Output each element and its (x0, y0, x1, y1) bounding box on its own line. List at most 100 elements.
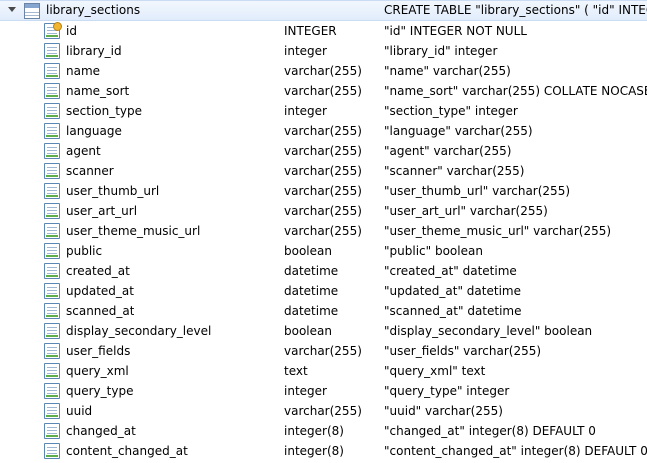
key-badge-icon (53, 22, 62, 31)
field-icon (44, 183, 60, 199)
field-schema: "display_secondary_level" boolean (384, 324, 593, 338)
field-schema: "agent" varchar(255) (384, 144, 512, 158)
field-type: integer(8) (284, 444, 344, 458)
field-type: varchar(255) (284, 224, 362, 238)
field-icon (44, 123, 60, 139)
field-row[interactable]: changed_at integer(8) "changed_at" integer… (0, 421, 647, 441)
field-name: user_thumb_url (66, 184, 160, 198)
field-name: user_art_url (66, 204, 138, 218)
field-row[interactable]: user_fields varchar(255) "user_fields" var… (0, 341, 647, 361)
field-row[interactable]: language varchar(255) "language" varchar(2… (0, 121, 647, 141)
field-icon (44, 103, 60, 119)
table-schema: CREATE TABLE "library_sections" ( "id" I… (384, 3, 647, 17)
field-row[interactable]: updated_at datetime "updated_at" datetime (0, 281, 647, 301)
field-name: user_theme_music_url (66, 224, 201, 238)
field-schema: "user_theme_music_url" varchar(255) (384, 224, 612, 238)
table-name: library_sections (46, 3, 141, 17)
field-icon (44, 223, 60, 239)
field-name: public (66, 244, 103, 258)
table-icon (24, 3, 40, 19)
field-schema: "user_art_url" varchar(255) (384, 204, 548, 218)
field-name: changed_at (66, 424, 136, 438)
field-row[interactable]: library_id integer "library_id" integer (0, 41, 647, 61)
field-type: boolean (284, 244, 332, 258)
field-name: section_type (66, 104, 143, 118)
field-schema: "query_xml" text (384, 364, 486, 378)
field-row[interactable]: name_sort varchar(255) "name_sort" varchar… (0, 81, 647, 101)
field-row[interactable]: scanned_at datetime "scanned_at" datetime (0, 301, 647, 321)
field-row[interactable]: content_changed_at integer(8) "content_cha… (0, 441, 647, 461)
field-type: varchar(255) (284, 404, 362, 418)
field-row[interactable]: user_theme_music_url varchar(255) "user_th… (0, 221, 647, 241)
field-row[interactable]: user_art_url varchar(255) "user_art_url" v… (0, 201, 647, 221)
field-schema: "scanned_at" datetime (384, 304, 522, 318)
collapse-arrow-icon[interactable] (8, 7, 16, 12)
field-type: varchar(255) (284, 64, 362, 78)
schema-tree: library_sections CREATE TABLE "library_s… (0, 0, 647, 461)
field-name: scanner (66, 164, 114, 178)
field-row[interactable]: public boolean "public" boolean (0, 241, 647, 261)
field-name: query_xml (66, 364, 129, 378)
field-type: text (284, 364, 308, 378)
field-type: datetime (284, 284, 339, 298)
field-type: datetime (284, 304, 339, 318)
field-schema: "public" boolean (384, 244, 483, 258)
field-name: display_secondary_level (66, 324, 212, 338)
field-row[interactable]: display_secondary_level boolean "display_s… (0, 321, 647, 341)
field-schema: "updated_at" datetime (384, 284, 521, 298)
field-row[interactable]: agent varchar(255) "agent" varchar(255) (0, 141, 647, 161)
field-row[interactable]: query_xml text "query_xml" text (0, 361, 647, 381)
field-icon (44, 263, 60, 279)
field-icon (44, 383, 60, 399)
field-icon (44, 443, 60, 459)
field-schema: "content_changed_at" integer(8) DEFAULT … (384, 444, 647, 458)
field-name: query_type (66, 384, 134, 398)
field-name: id (66, 24, 77, 38)
field-row[interactable]: name varchar(255) "name" varchar(255) (0, 61, 647, 81)
field-schema: "changed_at" integer(8) DEFAULT 0 (384, 424, 596, 438)
field-type: datetime (284, 264, 339, 278)
field-name: agent (66, 144, 101, 158)
field-type: varchar(255) (284, 164, 362, 178)
field-schema: "name_sort" varchar(255) COLLATE NOCASE (384, 84, 647, 98)
field-schema: "user_thumb_url" varchar(255) (384, 184, 571, 198)
field-row[interactable]: created_at datetime "created_at" datetime (0, 261, 647, 281)
field-schema: "section_type" integer (384, 104, 518, 118)
field-row[interactable]: uuid varchar(255) "uuid" varchar(255) (0, 401, 647, 421)
field-name: scanned_at (66, 304, 135, 318)
field-row[interactable]: user_thumb_url varchar(255) "user_thumb_ur… (0, 181, 647, 201)
field-icon (44, 323, 60, 339)
field-schema: "user_fields" varchar(255) (384, 344, 542, 358)
field-name: user_fields (66, 344, 131, 358)
field-schema: "uuid" varchar(255) (384, 404, 503, 418)
field-icon (44, 363, 60, 379)
field-icon (44, 343, 60, 359)
field-type: integer (284, 384, 327, 398)
field-name: name_sort (66, 84, 130, 98)
field-name: updated_at (66, 284, 134, 298)
field-schema: "scanner" varchar(255) (384, 164, 525, 178)
field-type: varchar(255) (284, 204, 362, 218)
field-type: INTEGER (284, 24, 337, 38)
field-schema: "query_type" integer (384, 384, 510, 398)
field-icon (44, 423, 60, 439)
field-schema: "created_at" datetime (384, 264, 517, 278)
field-row[interactable]: query_type integer "query_type" integer (0, 381, 647, 401)
field-row[interactable]: scanner varchar(255) "scanner" varchar(255… (0, 161, 647, 181)
field-icon (44, 283, 60, 299)
field-icon (44, 303, 60, 319)
field-type: varchar(255) (284, 344, 362, 358)
field-row[interactable]: section_type integer "section_type" intege… (0, 101, 647, 121)
field-icon (44, 83, 60, 99)
field-row[interactable]: id INTEGER "id" INTEGER NOT NULL (0, 21, 647, 41)
field-type: varchar(255) (284, 124, 362, 138)
field-schema: "library_id" integer (384, 44, 498, 58)
field-type: integer (284, 104, 327, 118)
field-type: boolean (284, 324, 332, 338)
field-schema: "language" varchar(255) (384, 124, 533, 138)
table-row-library-sections[interactable]: library_sections CREATE TABLE "library_s… (0, 0, 647, 21)
field-type: varchar(255) (284, 144, 362, 158)
field-icon (44, 43, 60, 59)
field-icon (44, 403, 60, 419)
field-name: language (66, 124, 122, 138)
